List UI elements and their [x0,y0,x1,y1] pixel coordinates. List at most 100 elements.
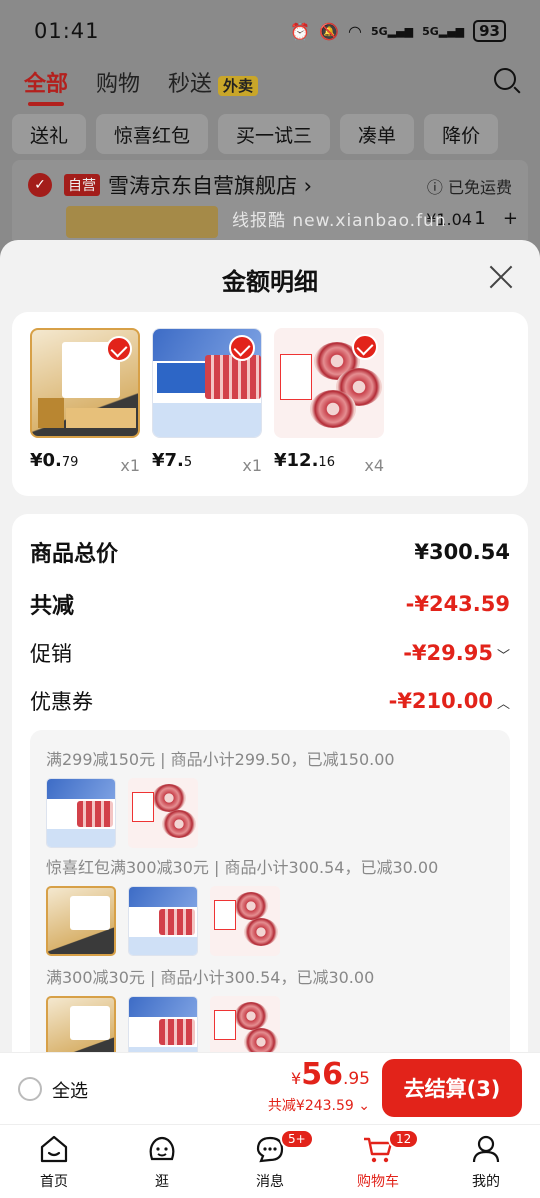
amount-detail-sheet: 金额明细 ¥0.79 x1 ¥7.5 x1 ¥12.16 x4 商品总价 ¥30… [0,240,540,1052]
total-value: ¥300.54 [414,540,510,564]
mini-lamb-image [210,886,280,956]
bg-product-thumbnail [66,206,218,238]
price-cents: 16 [318,455,335,470]
check-icon[interactable] [352,334,378,360]
coupon-amount: -¥210.00 [388,689,493,713]
tab-label: 逛 [155,1174,169,1190]
select-all-label[interactable]: 全选 [52,1077,88,1103]
bg-quantity: 1 + [474,208,518,229]
product-item[interactable]: ¥12.16 x4 [274,328,388,475]
self-operated-badge: 自营 [64,174,100,196]
coupon-line: 满299减150元 | 商品小计299.50，已减150.00 [46,750,395,769]
close-icon[interactable] [486,262,516,292]
checkout-button[interactable]: 去结算(3) [382,1059,522,1117]
tab-cart[interactable]: 购物车 12 [324,1125,432,1198]
status-time: 01:41 [34,19,100,43]
free-shipping-text: ⓘ 已免运费 [426,178,512,197]
chevron-up-icon[interactable]: ︿ [497,697,510,712]
salt-product-image [30,328,140,438]
lamb-roll-product-image [274,328,384,438]
discount-toggle[interactable]: 共减¥243.59 ⌄ [268,1095,370,1115]
mini-salt-image [46,886,116,956]
store-checkbox[interactable]: ✓ [28,173,52,197]
mini-beef-image [128,886,198,956]
beef-meat [205,355,261,399]
reduce-label: 共减 [30,594,75,619]
tab-label: 购物车 [357,1174,399,1190]
mini-lamb-image [128,778,198,848]
browse-face-icon [149,1136,175,1161]
search-icon[interactable] [494,68,516,90]
filter-chip-gift[interactable]: 送礼 [12,114,87,154]
sheet-title: 金额明细 [222,268,318,296]
coupon-row[interactable]: 优惠券 -¥210.00 ︿ [30,686,510,716]
mini-beef-image [128,996,198,1052]
reduce-row: 共减 -¥243.59 [30,588,510,620]
product-qty: x4 [364,456,384,475]
filter-chip-bundle[interactable]: 凑单 [340,114,415,154]
total-amount: ¥56.95 [291,1057,370,1092]
takeout-badge: 外卖 [218,76,259,96]
filter-chip-pricedrop[interactable]: 降价 [424,114,499,154]
filter-chip-redpacket[interactable]: 惊喜红包 [96,114,209,154]
tab-all[interactable]: 全部 [24,66,68,106]
mini-salt-image [46,996,116,1052]
mute-icon: 🔕 [319,21,340,41]
tab-browse[interactable]: 逛 [108,1125,216,1198]
price-cents: 5 [183,455,193,470]
tab-instant-label: 秒送 [168,72,213,97]
currency-symbol: ¥ [291,1069,302,1088]
tab-home[interactable]: 首页 [0,1125,108,1198]
coupon-line: 惊喜红包满300减30元 | 商品小计300.54，已减30.00 [46,858,439,877]
bottom-tab-bar: 首页 逛 消息 5+ 购物车 12 我的 [0,1124,540,1198]
meat-roll [310,390,356,428]
tab-label: 消息 [256,1174,284,1190]
tab-shopping[interactable]: 购物 [96,66,140,98]
coupon-detail-box: 满299减150元 | 商品小计299.50，已减150.00 惊喜红包满300… [30,730,510,1052]
tab-label: 我的 [472,1174,500,1190]
filter-row: 送礼 惊喜红包 买一试三 凑单 降价 [12,114,532,154]
status-bar: 01:41 ⏰ 🔕 ◠ 5G▂▄▆ 5G▂▄▆ 93 [0,0,540,62]
price-cents: 79 [61,455,79,470]
product-item[interactable]: ¥7.5 x1 [152,328,266,475]
check-icon[interactable] [106,336,132,362]
reduce-value: -¥243.59 [405,592,510,616]
store-name[interactable]: 雪涛京东自营旗舰店 › [108,170,312,200]
coupon-value: -¥210.00 ︿ [389,689,510,713]
alarm-icon: ⏰ [290,21,311,41]
tab-messages[interactable]: 消息 5+ [216,1125,324,1198]
coupon-line: 满300减30元 | 商品小计300.54，已减30.00 [46,968,375,987]
tab-profile[interactable]: 我的 [432,1125,540,1198]
price-detail-card: 商品总价 ¥300.54 共减 -¥243.59 促销 -¥29.95 ﹀ 优惠券… [12,514,528,1052]
price-tag [280,354,312,400]
check-icon[interactable] [229,335,255,361]
profile-icon [472,1135,500,1163]
status-icons: ⏰ 🔕 ◠ 5G▂▄▆ 5G▂▄▆ 93 [290,20,506,42]
product-qty: x1 [242,456,262,475]
select-all-radio[interactable] [18,1077,42,1101]
cart-badge: 12 [388,1129,420,1149]
checkout-bar: 全选 ¥56.95 共减¥243.59 ⌄ 去结算(3) [0,1052,540,1124]
promo-amount: -¥29.95 [403,641,493,665]
price-main: ¥0. [30,450,62,471]
bg-quantity-plus: + [502,208,518,229]
mini-beef-image [46,778,116,848]
home-icon [40,1135,68,1163]
bg-quantity-value: 1 [474,208,486,229]
salt-tag [38,398,64,428]
wifi-icon: ◠ [348,21,362,41]
promo-value: -¥29.95 ﹀ [403,641,510,665]
amount-integer: 56 [301,1057,343,1092]
product-item[interactable]: ¥0.79 x1 [30,328,144,475]
products-card: ¥0.79 x1 ¥7.5 x1 ¥12.16 x4 [12,312,528,496]
beef-footer [153,403,261,437]
signal-5g-icon: 5G▂▄▆ [371,24,414,38]
filter-chip-try[interactable]: 买一试三 [218,114,331,154]
tab-instant[interactable]: 秒送 外卖 [168,66,259,98]
chevron-down-icon[interactable]: ﹀ [497,649,510,664]
promo-row[interactable]: 促销 -¥29.95 ﹀ [30,638,510,668]
total-label: 商品总价 [30,542,119,567]
coupon-label: 优惠券 [30,690,93,714]
beef-box [157,363,205,393]
message-badge: 5+ [280,1129,314,1149]
